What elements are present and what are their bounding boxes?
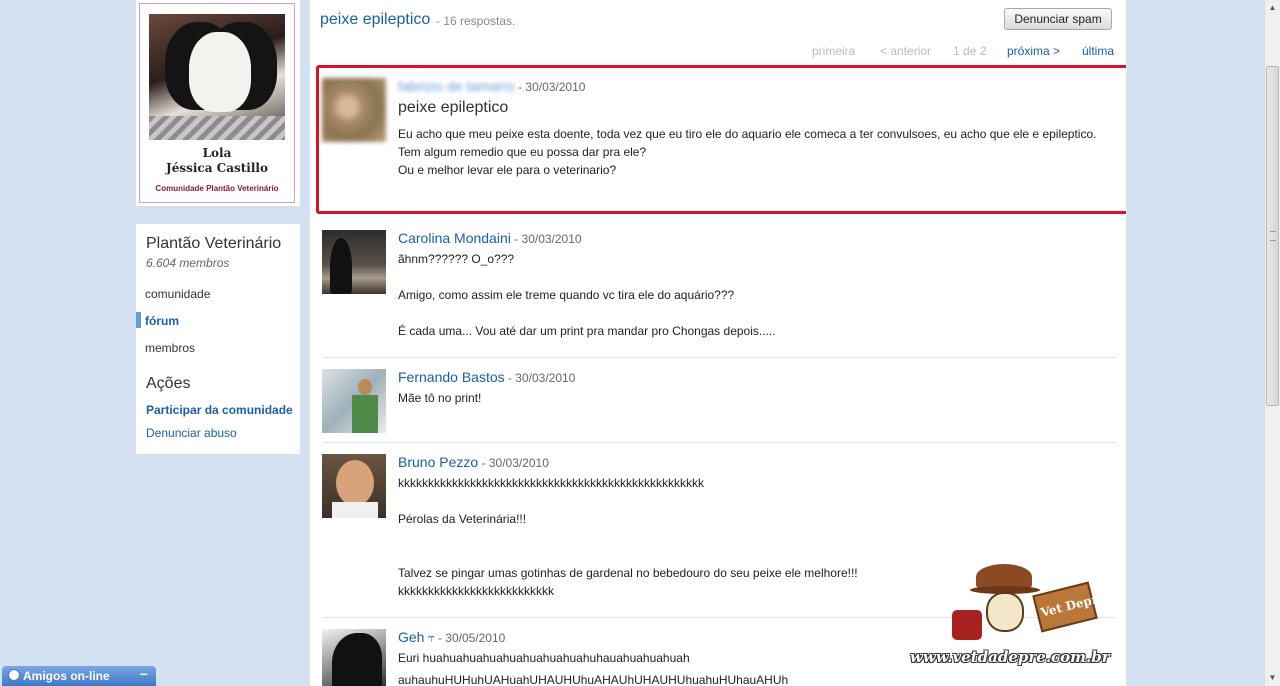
post-line: kkkkkkkkkkkkkkkkkkkkkkkkkkkkkkkkkkkkkkkk…	[398, 476, 704, 490]
community-sidebar: Plantão Veterinário 6.604 membros comuni…	[136, 224, 300, 454]
post-line: É cada uma... Vou até dar um print pra m…	[398, 324, 776, 338]
moderator-icon: ⥾	[427, 631, 435, 645]
watermark-url: www.vetdadepre.com.br	[910, 648, 1110, 666]
cartoon-face-icon	[986, 592, 1024, 632]
photo-caption-community: Comunidade Plantão Veterinário	[155, 184, 279, 193]
post-header: Bruno Pezzo - 30/03/2010	[398, 454, 549, 470]
topic-title[interactable]: peixe epileptico	[320, 11, 430, 29]
post-line: Eu acho que meu peixe esta doente, toda …	[398, 127, 1097, 141]
photo-caption-pet-name: Lola	[202, 146, 232, 160]
photo-caption-owner: Jéssica Castillo	[166, 161, 268, 175]
active-nav-marker	[136, 312, 141, 328]
post-line: Mãe tô no print!	[398, 391, 482, 405]
avatar[interactable]	[322, 78, 386, 142]
post-body: Eu acho que meu peixe esta doente, toda …	[398, 125, 1098, 179]
page-scrollbar[interactable]: ▲ ▼	[1264, 0, 1280, 686]
post-divider	[322, 357, 1116, 358]
post-author-link[interactable]: fabrizio de tamarro	[398, 78, 515, 94]
post-line: Tem algum remedio que eu possa dar pra e…	[398, 145, 647, 159]
post-line: Pérolas da Veterinária!!!	[398, 512, 527, 526]
community-name: Plantão Veterinário	[146, 235, 282, 252]
post-author-link[interactable]: Fernando Bastos	[398, 369, 505, 385]
community-photo[interactable]: Lola Jéssica Castillo Comunidade Plantão…	[139, 3, 295, 203]
post-author-link[interactable]: Geh	[398, 629, 424, 645]
chat-bubble-icon	[8, 669, 20, 681]
post-date: - 30/03/2010	[481, 456, 549, 470]
post-line: Amigo, como assim ele treme quando vc ti…	[398, 288, 735, 302]
post-header: Geh ⥾ - 30/05/2010	[398, 629, 505, 646]
scroll-thumb[interactable]	[1266, 66, 1279, 406]
post-subject: peixe epileptico	[398, 99, 509, 116]
dog-photo-image	[149, 14, 285, 140]
avatar[interactable]	[322, 369, 386, 433]
scroll-grip-icon	[1270, 231, 1276, 241]
post-header: fabrizio de tamarro - 30/03/2010	[398, 78, 585, 94]
pagination-prev: < anterior	[880, 44, 932, 58]
avatar[interactable]	[322, 629, 386, 686]
avatar[interactable]	[322, 454, 386, 518]
report-spam-button[interactable]: Denunciar spam	[1004, 8, 1112, 30]
pagination-next[interactable]: próxima >	[1007, 44, 1060, 58]
members-count: 6.604 membros	[146, 256, 230, 270]
actions-heading: Ações	[146, 375, 191, 392]
pagination-first: primeira	[812, 44, 856, 58]
post-header: Fernando Bastos - 30/03/2010	[398, 369, 575, 385]
nav-item-forum[interactable]: fórum	[145, 314, 179, 328]
nav-item-membros[interactable]: membros	[145, 341, 195, 355]
post-body: ãhnm?????? O_o??? Amigo, como assim ele …	[398, 250, 1098, 340]
post-divider	[322, 442, 1116, 443]
post-date: - 30/03/2010	[514, 232, 582, 246]
friends-online-bar[interactable]: Amigos on-line –	[2, 665, 156, 686]
post-date: - 30/03/2010	[518, 80, 586, 94]
minimize-icon[interactable]: –	[140, 665, 148, 681]
community-photo-card: Lola Jéssica Castillo Comunidade Plantão…	[136, 0, 300, 206]
vet-de-depre-watermark: Vet Depre www.vetdadepre.com.br	[908, 560, 1118, 672]
post-line: Ou e melhor levar ele para o veterinario…	[398, 163, 617, 177]
scroll-down-arrow-icon[interactable]: ▼	[1265, 670, 1280, 686]
post-author-link[interactable]: Carolina Mondaini	[398, 230, 511, 246]
nav-item-comunidade[interactable]: comunidade	[145, 287, 210, 301]
join-community-link[interactable]: Participar da comunidade	[146, 403, 293, 417]
medical-bag-icon	[952, 610, 982, 640]
report-abuse-link[interactable]: Denunciar abuso	[146, 426, 237, 440]
scroll-up-arrow-icon[interactable]: ▲	[1265, 0, 1280, 16]
friends-online-label: Amigos on-line	[23, 669, 110, 683]
post-author-link[interactable]: Bruno Pezzo	[398, 454, 478, 470]
pagination-last[interactable]: última	[1082, 44, 1114, 58]
pagination-info: 1 de 2	[953, 44, 987, 58]
reply-count: - 16 respostas.	[436, 14, 516, 28]
post-line: ãhnm?????? O_o???	[398, 252, 515, 266]
avatar[interactable]	[322, 230, 386, 294]
post-header: Carolina Mondaini - 30/03/2010	[398, 230, 582, 246]
post-body: Mãe tô no print!	[398, 389, 1098, 407]
post-date: - 30/03/2010	[507, 371, 576, 385]
post-line: auhauhuHUHuhUAHuahUHAUHUhuAHAUhUHAUHUhua…	[398, 673, 789, 686]
post-date: - 30/05/2010	[437, 631, 506, 645]
